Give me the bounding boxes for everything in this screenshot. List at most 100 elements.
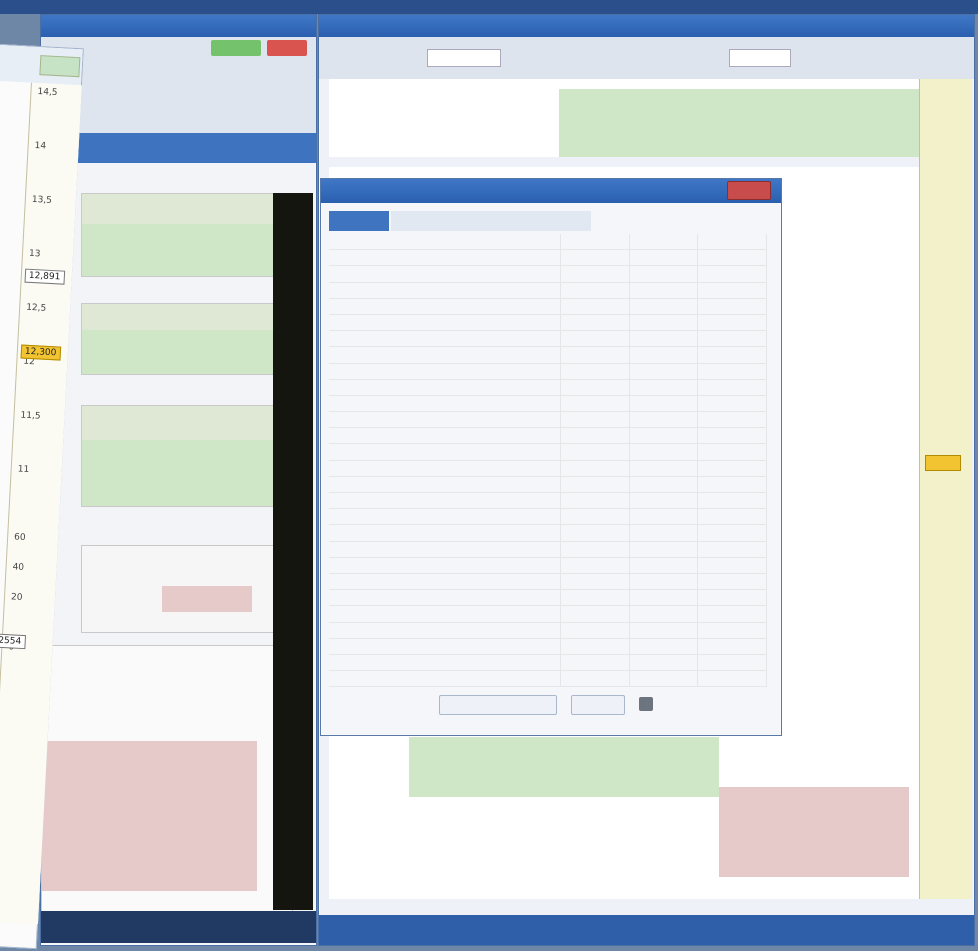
row-label <box>329 460 562 477</box>
statistics-dialog <box>320 178 782 736</box>
table-row <box>329 330 767 348</box>
green-status-button[interactable] <box>211 40 261 56</box>
row-value <box>697 654 767 672</box>
row-value <box>560 654 630 672</box>
table-row <box>329 379 767 396</box>
dialog-secondary-button[interactable] <box>571 695 625 715</box>
indicator-value-tag: 8,2554 <box>0 633 26 650</box>
row-label <box>329 411 562 429</box>
row-value <box>629 460 699 477</box>
panel-4-area <box>162 586 252 612</box>
table-row <box>329 298 767 315</box>
row-value <box>560 330 630 348</box>
table-row <box>329 654 767 672</box>
chart-panel-3[interactable] <box>81 405 293 507</box>
table-row <box>329 476 767 494</box>
row-value <box>560 605 630 623</box>
middle-window-titlebar <box>41 15 316 37</box>
table-row <box>329 249 767 267</box>
chart-panel-2[interactable] <box>81 303 293 375</box>
panel-5-area <box>42 741 257 891</box>
row-value <box>560 638 630 655</box>
row-value <box>560 298 630 315</box>
indicator-axis-tick: 40 <box>12 562 25 573</box>
toolbar-field-right[interactable] <box>729 49 791 67</box>
row-value <box>560 379 630 396</box>
row-value <box>697 492 767 510</box>
row-label <box>329 541 562 558</box>
row-value <box>697 379 767 396</box>
row-value <box>560 265 630 283</box>
row-value <box>560 346 630 364</box>
row-value <box>697 346 767 364</box>
dialog-tab-1[interactable] <box>329 211 389 231</box>
right-price-axis <box>919 79 972 899</box>
print-icon[interactable] <box>639 697 653 711</box>
row-value <box>697 265 767 283</box>
toolbar-field-left[interactable] <box>427 49 501 67</box>
row-value <box>697 363 767 380</box>
row-value <box>697 476 767 494</box>
row-value <box>629 265 699 283</box>
price-axis-tick: 12,5 <box>25 302 47 314</box>
table-row <box>329 427 767 445</box>
dialog-tab-2[interactable] <box>391 211 591 231</box>
row-value <box>560 395 630 413</box>
row-value <box>629 395 699 413</box>
row-value <box>560 314 630 332</box>
indicator-axis-tick: 60 <box>13 532 26 544</box>
row-value <box>629 443 699 461</box>
row-value <box>697 443 767 461</box>
table-row <box>329 363 767 380</box>
table-row <box>329 314 767 332</box>
row-value <box>697 234 767 251</box>
row-value <box>560 573 630 591</box>
row-label <box>329 605 562 623</box>
row-value <box>697 460 767 477</box>
row-value <box>629 234 699 251</box>
table-row <box>329 670 767 688</box>
row-value <box>629 638 699 655</box>
panel-1-area <box>82 224 292 276</box>
current-price-tag: 12,891 <box>24 268 65 285</box>
chart-panel-1[interactable] <box>81 193 293 277</box>
table-row <box>329 492 767 510</box>
middle-window-dark-axis <box>273 193 313 910</box>
table-row <box>329 395 767 413</box>
row-value <box>697 395 767 413</box>
table-row <box>329 524 767 542</box>
row-label <box>329 638 562 655</box>
dialog-titlebar <box>321 179 781 203</box>
row-value <box>560 541 630 558</box>
chart-thumbnail-icon[interactable] <box>39 55 81 78</box>
top-chart-area[interactable] <box>329 79 919 157</box>
row-label <box>329 379 562 396</box>
table-row <box>329 411 767 429</box>
dialog-close-button[interactable] <box>727 181 771 200</box>
row-value <box>697 427 767 445</box>
table-row <box>329 541 767 558</box>
row-value <box>629 330 699 348</box>
table-row <box>329 443 767 461</box>
row-value <box>560 589 630 607</box>
row-value <box>697 541 767 558</box>
row-value <box>697 508 767 526</box>
dialog-primary-button[interactable] <box>439 695 557 715</box>
middle-window-tabbar <box>41 133 316 163</box>
table-row <box>329 508 767 526</box>
row-value <box>629 524 699 542</box>
table-row <box>329 346 767 364</box>
row-value <box>560 476 630 494</box>
row-value <box>629 363 699 380</box>
table-row <box>329 234 767 251</box>
chart-panel-4[interactable] <box>81 545 293 633</box>
middle-chart-window <box>40 14 317 946</box>
red-status-button[interactable] <box>267 40 307 56</box>
chart-panel-5[interactable] <box>41 645 293 912</box>
row-label <box>329 346 562 364</box>
row-value <box>560 363 630 380</box>
row-value <box>629 557 699 574</box>
price-axis-tick: 14,5 <box>37 87 58 99</box>
row-value <box>560 411 630 429</box>
row-value <box>697 557 767 574</box>
